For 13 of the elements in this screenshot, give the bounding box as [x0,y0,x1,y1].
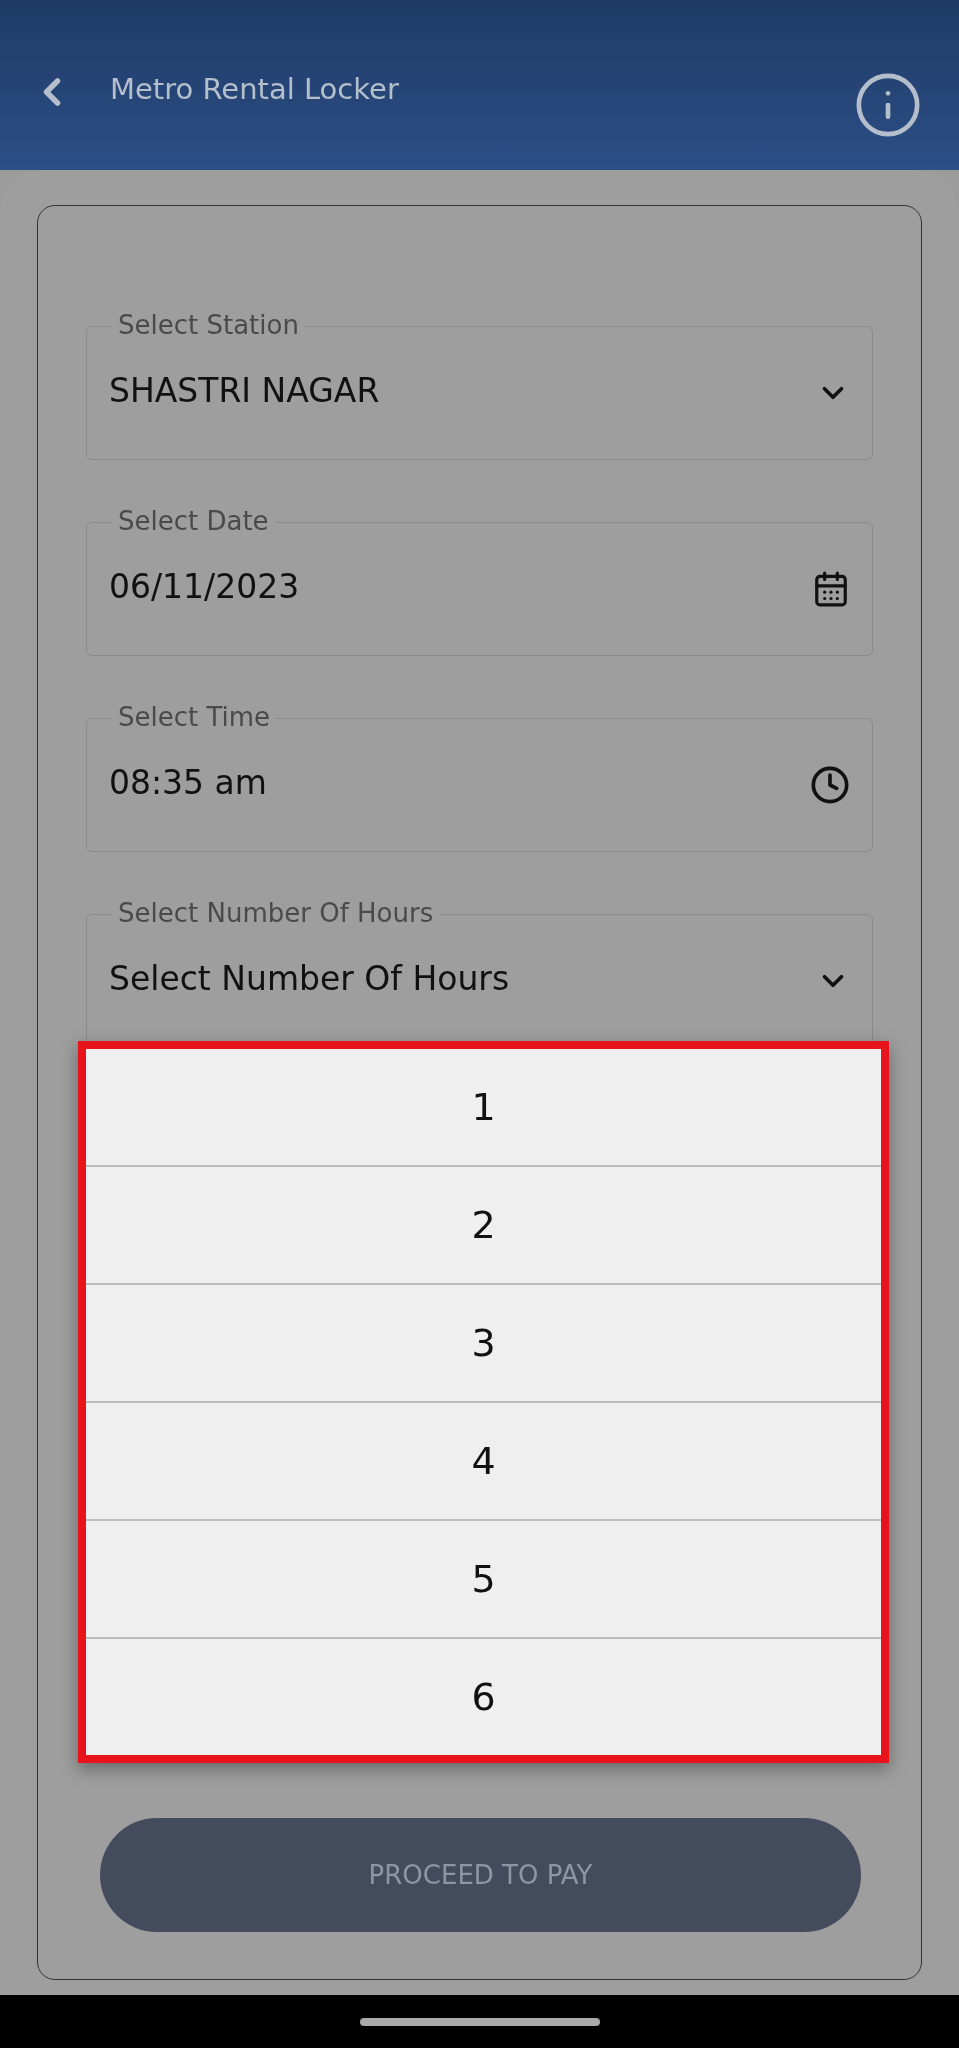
dropdown-option[interactable]: 6 [86,1637,881,1755]
dropdown-option[interactable]: 5 [86,1519,881,1637]
dropdown-option[interactable]: 2 [86,1165,881,1283]
dropdown-option[interactable]: 1 [86,1049,881,1165]
field-value: 08:35 am [109,762,268,802]
screen-title: Metro Rental Locker [110,72,400,106]
dropdown-option[interactable]: 4 [86,1401,881,1519]
field-value: SHASTRI NAGAR [109,370,381,410]
dropdown-option[interactable]: 3 [86,1283,881,1401]
clock-icon[interactable] [810,765,850,805]
calendar-icon[interactable] [812,570,850,608]
field-value: 06/11/2023 [109,566,301,606]
field-value: Select Number Of Hours [109,958,511,998]
